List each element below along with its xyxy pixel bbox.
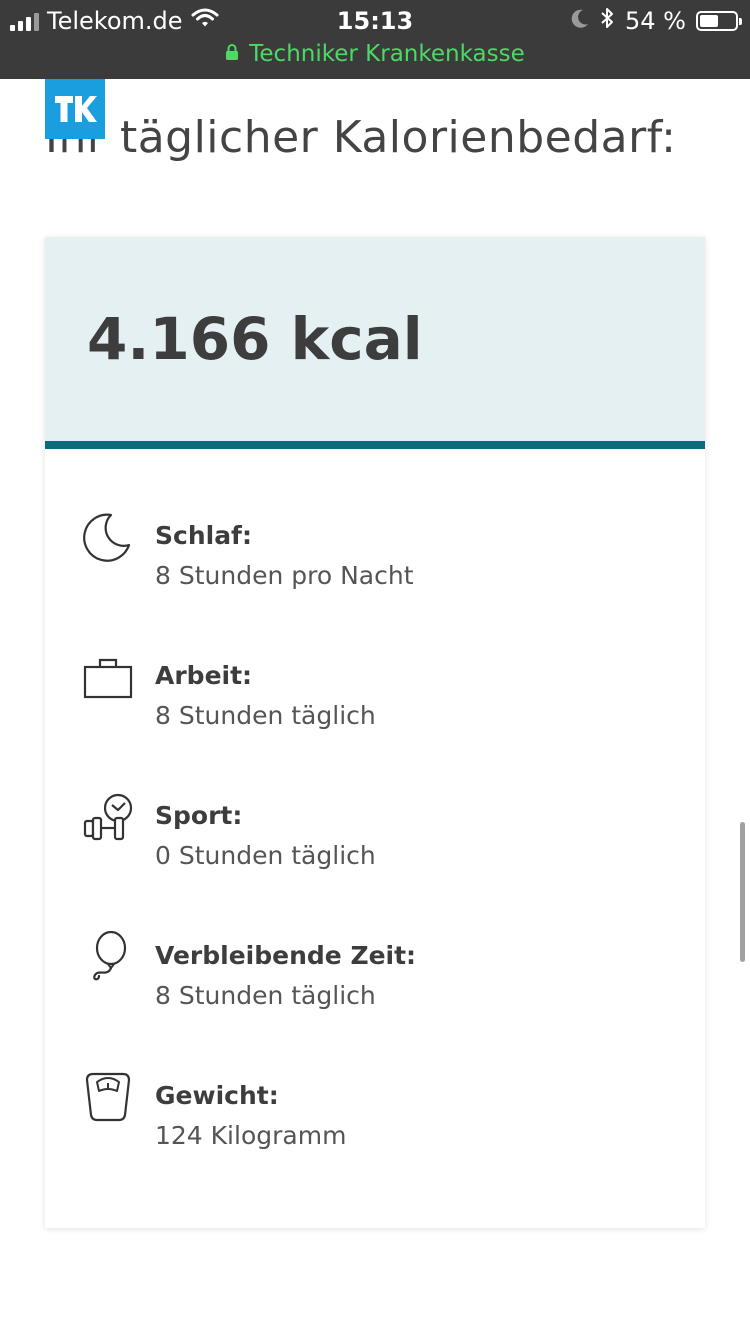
detail-value: 0 Stunden täglich (155, 841, 376, 870)
dumbbell-clock-icon (83, 791, 135, 843)
detail-value: 8 Stunden pro Nacht (155, 561, 414, 590)
url-bar[interactable]: Techniker Krankenkasse (0, 38, 750, 70)
do-not-disturb-moon-icon (571, 7, 589, 35)
clock: 15:13 (336, 7, 414, 35)
status-bar: Telekom.de 15:13 54 % Techniker Krankenk… (0, 0, 750, 79)
tk-logo[interactable] (45, 79, 105, 139)
detail-value: 8 Stunden täglich (155, 981, 376, 1010)
balloon-icon (83, 930, 135, 983)
detail-label: Gewicht: (155, 1081, 279, 1110)
detail-value: 124 Kilogramm (155, 1121, 347, 1150)
detail-item-weight: Gewicht: 124 Kilogramm (45, 1071, 705, 1161)
detail-label: Verbleibende Zeit: (155, 941, 417, 970)
detail-label: Schlaf: (155, 521, 252, 550)
bluetooth-icon (599, 6, 615, 36)
detail-item-sleep: Schlaf: 8 Stunden pro Nacht (45, 511, 705, 601)
detail-label: Sport: (155, 801, 243, 830)
scrollbar[interactable] (740, 822, 745, 962)
detail-item-sport: Sport: 0 Stunden täglich (45, 791, 705, 881)
battery-fill (700, 15, 719, 27)
calorie-result-panel: 4.166 kcal (45, 237, 705, 449)
battery-icon (696, 11, 742, 31)
status-bar-right: 54 % (571, 6, 742, 36)
calorie-result-value: 4.166 kcal (87, 305, 423, 373)
battery-percentage: 54 % (625, 7, 686, 35)
briefcase-icon (83, 651, 135, 703)
site-name: Techniker Krankenkasse (249, 41, 525, 67)
scale-icon (83, 1071, 135, 1123)
detail-item-remaining-time: Verbleibende Zeit: 8 Stunden täglich (45, 930, 705, 1021)
lock-icon (225, 41, 239, 67)
moon-icon (83, 511, 135, 563)
page-title: Ihr täglicher Kalorienbedarf: (45, 112, 677, 163)
detail-item-work: Arbeit: 8 Stunden täglich (45, 651, 705, 741)
detail-value: 8 Stunden täglich (155, 701, 376, 730)
detail-label: Arbeit: (155, 661, 253, 690)
tk-logo-mark (55, 96, 97, 122)
result-card: 4.166 kcal Schlaf: 8 Stunden pro Nacht A… (45, 237, 705, 1228)
